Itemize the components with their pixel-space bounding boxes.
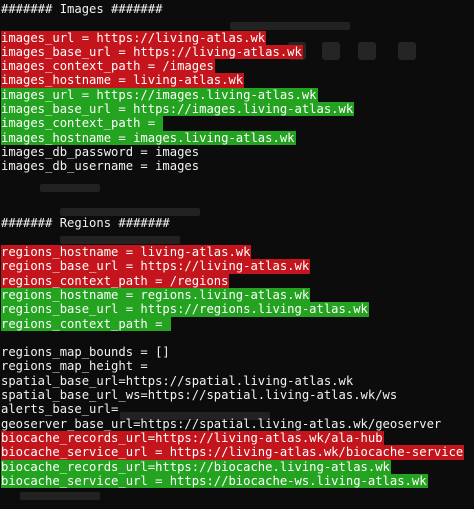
config-line: ####### Regions ####### <box>0 216 474 230</box>
removed-line-text: images_base_url = https://living-atlas.w… <box>1 44 303 60</box>
config-line: images_url = https://living-atlas.wk <box>0 30 474 45</box>
added-line-text: regions_hostname = regions.living-atlas.… <box>1 287 311 303</box>
config-line: biocache_service_url = https://biocache-… <box>0 473 474 489</box>
added-line-text: biocache_service_url = https://biocache-… <box>1 473 428 489</box>
config-line: regions_base_url = https://living-atlas.… <box>0 259 474 274</box>
line-text: images_db_username = images <box>1 159 200 174</box>
removed-line-text: biocache_service_url = https://living-at… <box>1 445 465 460</box>
config-line: images_context_path = /images <box>0 59 474 74</box>
config-line: regions_base_url = https://regions.livin… <box>0 302 474 317</box>
removed-line-text: regions_base_url = https://living-atlas.… <box>1 259 311 274</box>
config-line: images_db_password = images <box>0 145 474 159</box>
removed-line-text: images_url = https://living-atlas.wk <box>1 30 267 45</box>
added-line-text: images_context_path = <box>1 116 164 131</box>
config-line: regions_map_height = <box>0 359 474 373</box>
line-text: regions_map_height = <box>1 359 156 374</box>
line-text: ####### Images ####### <box>1 2 163 16</box>
config-line: regions_hostname = regions.living-atlas.… <box>0 287 474 303</box>
added-line-text: regions_base_url = https://regions.livin… <box>1 302 369 317</box>
config-line: images_db_username = images <box>0 159 474 173</box>
added-line-text: images_base_url = https://images.living-… <box>1 102 355 117</box>
line-text: regions_map_bounds = [] <box>1 345 170 360</box>
removed-line-text: images_context_path = /images <box>1 59 215 74</box>
config-line: ####### Images ####### <box>0 2 474 16</box>
added-line-text: regions_context_path = <box>1 316 171 331</box>
config-line: regions_context_path = <box>0 316 474 331</box>
config-line: biocache_records_url=https://biocache.li… <box>0 459 474 474</box>
line-text: spatial_base_url_ws=https://spatial.livi… <box>1 388 398 403</box>
config-line: images_context_path = <box>0 116 474 131</box>
line-text: geoserver_base_url=https://spatial.livin… <box>1 416 442 431</box>
config-line: spatial_base_url=https://spatial.living-… <box>0 374 474 388</box>
config-line: images_hostname = living-atlas.wk <box>0 73 474 88</box>
config-line: images_hostname = images.living-atlas.wk <box>0 130 474 145</box>
added-line-text: images_hostname = images.living-atlas.wk <box>1 130 296 145</box>
line-text: alerts_base_url= <box>1 402 119 417</box>
config-line: regions_map_bounds = [] <box>0 345 474 359</box>
config-line: regions_hostname = living-atlas.wk <box>0 245 474 260</box>
config-line: images_base_url = https://images.living-… <box>0 102 474 117</box>
config-line: biocache_service_url = https://living-at… <box>0 445 474 460</box>
line-text: images_db_password = images <box>1 144 200 159</box>
config-line: alerts_base_url= <box>0 402 474 416</box>
config-line: images_url = https://images.living-atlas… <box>0 87 474 103</box>
config-line: spatial_base_url_ws=https://spatial.livi… <box>0 388 474 402</box>
added-line-text: biocache_records_url=https://biocache.li… <box>1 459 391 474</box>
line-text: spatial_base_url=https://spatial.living-… <box>1 373 354 388</box>
ghost-text <box>20 492 100 500</box>
config-line: geoserver_base_url=https://spatial.livin… <box>0 417 474 431</box>
line-text: ####### Regions ####### <box>1 216 170 231</box>
removed-line-text: images_hostname = living-atlas.wk <box>1 73 245 88</box>
removed-line-text: regions_context_path = /regions <box>1 273 230 288</box>
config-line: regions_context_path = /regions <box>0 273 474 288</box>
config-line: biocache_records_url=https://living-atla… <box>0 430 474 446</box>
removed-line-text: biocache_records_url=https://living-atla… <box>1 430 384 446</box>
terminal-output: ####### Images ####### images_url = https… <box>0 2 474 489</box>
config-line: images_base_url = https://living-atlas.w… <box>0 44 474 60</box>
added-line-text: images_url = https://images.living-atlas… <box>1 87 318 103</box>
removed-line-text: regions_hostname = living-atlas.wk <box>1 245 252 260</box>
